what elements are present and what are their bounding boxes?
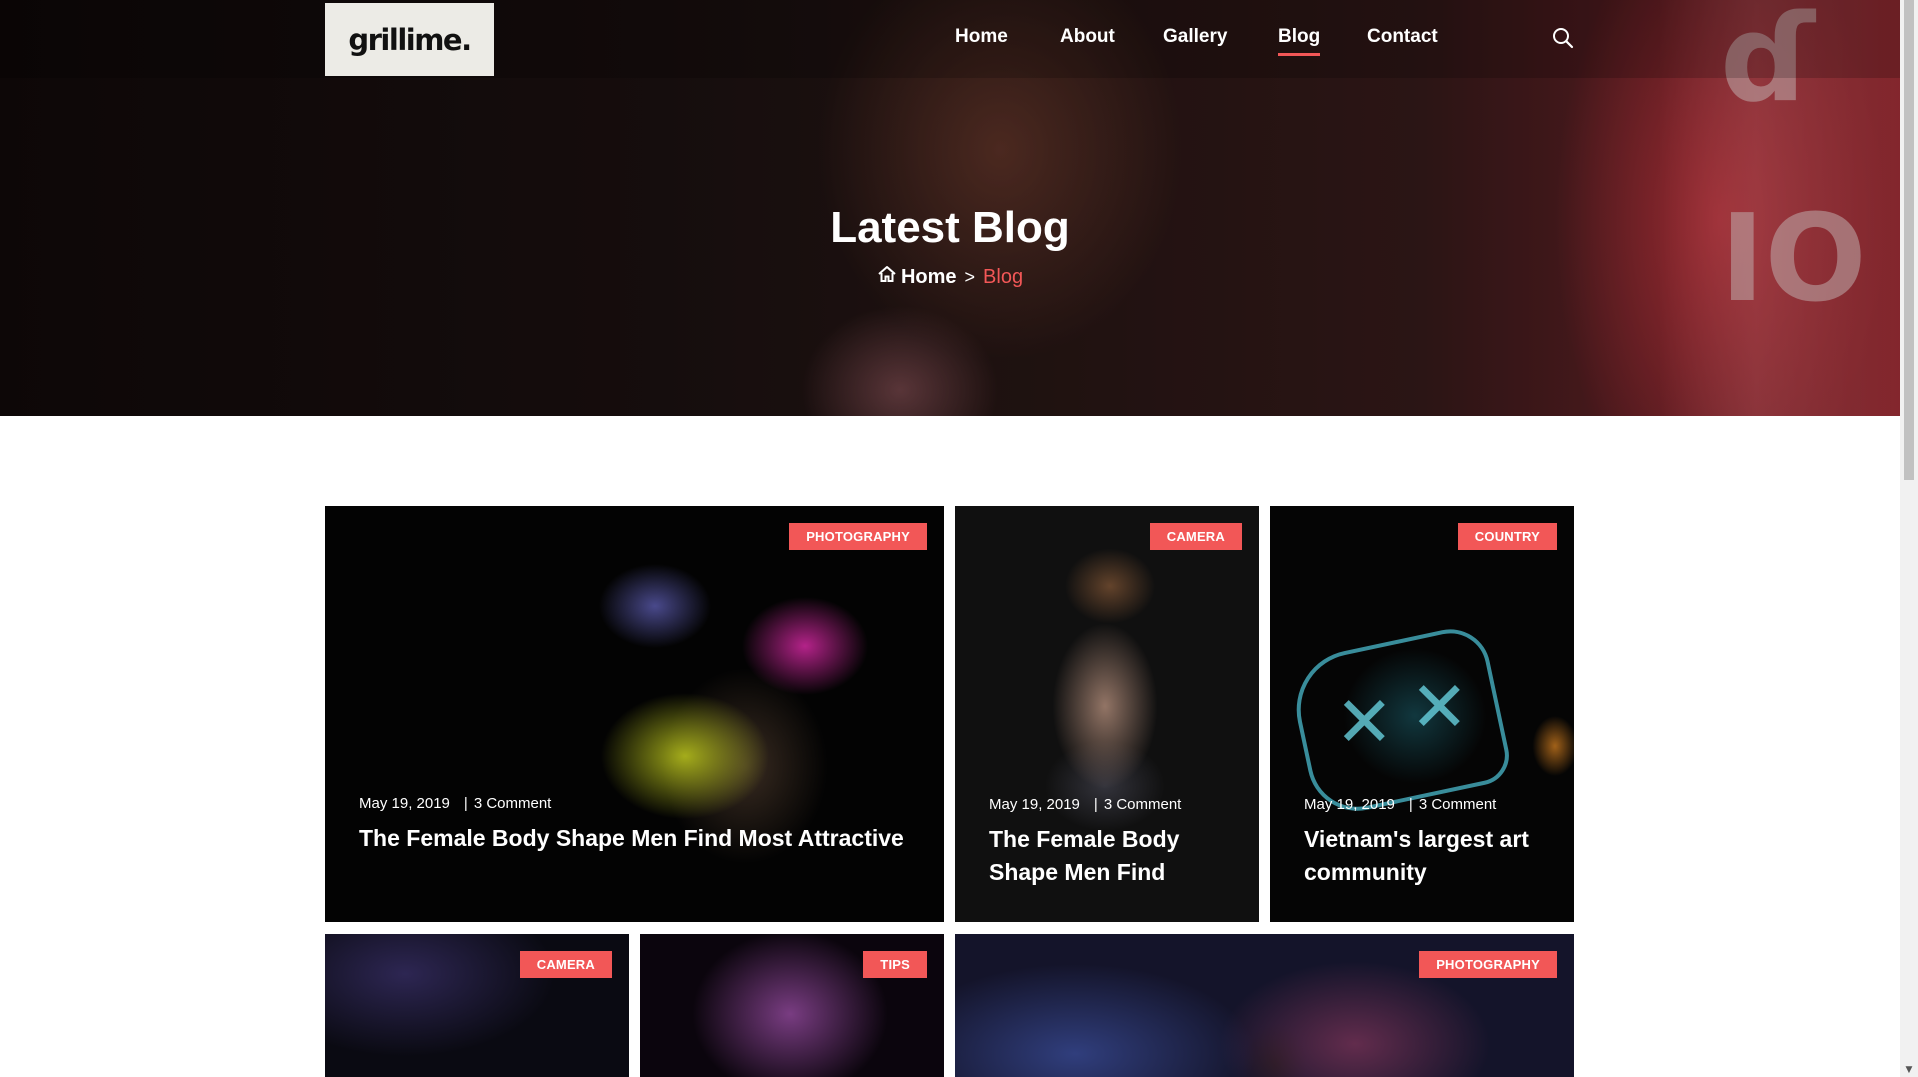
category-badge[interactable]: CAMERA xyxy=(519,951,612,978)
post-meta: May 19, 2019 | 3 Comment xyxy=(989,796,1181,813)
blog-card[interactable]: CAMERA May 19, 2019 | 3 Comment The Female… xyxy=(955,506,1259,922)
category-badge[interactable]: COUNTRY xyxy=(1457,523,1557,550)
nav-item-home[interactable]: Home xyxy=(955,26,1008,48)
hero-banner: ɗ IO grillime. Home About Gallery Blog C… xyxy=(0,0,1900,416)
blog-card[interactable]: TIPS xyxy=(640,934,944,1077)
post-comments[interactable]: 3 Comment xyxy=(1104,796,1182,813)
search-icon[interactable] xyxy=(1551,26,1575,50)
blog-card[interactable]: PHOTOGRAPHY xyxy=(955,934,1574,1077)
post-meta: May 19, 2019 | 3 Comment xyxy=(1304,796,1496,813)
neon-x-shape: ✕ xyxy=(1410,666,1469,748)
blog-card[interactable]: PHOTOGRAPHY May 19, 2019 | 3 Comment The F… xyxy=(325,506,944,922)
scrollbar-thumb[interactable] xyxy=(1904,0,1914,480)
breadcrumb-current: Blog xyxy=(983,265,1024,288)
post-comments[interactable]: 3 Comment xyxy=(474,795,552,812)
post-comments[interactable]: 3 Comment xyxy=(1419,796,1497,813)
chevron-right-icon: > xyxy=(964,266,976,287)
breadcrumb-home[interactable]: Home xyxy=(877,265,957,289)
blog-card[interactable]: ✕ ✕ COUNTRY May 19, 2019 | 3 Comment Vietn… xyxy=(1270,506,1574,922)
post-title[interactable]: The Female Body Shape Men Find xyxy=(989,823,1239,889)
site-header: grillime. Home About Gallery Blog Contac… xyxy=(0,0,1900,78)
category-badge[interactable]: PHOTOGRAPHY xyxy=(1419,951,1557,978)
post-title[interactable]: Vietnam's largest art community xyxy=(1304,823,1554,889)
scroll-down-icon[interactable]: ▼ xyxy=(1904,1065,1914,1075)
nav-item-blog[interactable]: Blog xyxy=(1278,26,1321,56)
post-image xyxy=(325,506,944,922)
breadcrumb-home-label: Home xyxy=(900,265,957,288)
category-badge[interactable]: TIPS xyxy=(863,951,927,978)
post-date: May 19, 2019 xyxy=(359,795,450,812)
category-badge[interactable]: CAMERA xyxy=(1149,523,1242,550)
nav-item-gallery[interactable]: Gallery xyxy=(1163,26,1227,48)
page-scrollbar[interactable]: ▼ xyxy=(1900,0,1918,1077)
category-badge[interactable]: PHOTOGRAPHY xyxy=(789,523,927,550)
meta-divider: | xyxy=(463,795,468,812)
post-meta: May 19, 2019 | 3 Comment xyxy=(359,795,551,812)
site-logo[interactable]: grillime. xyxy=(325,3,494,76)
post-date: May 19, 2019 xyxy=(989,796,1080,813)
neon-x-shape: ✕ xyxy=(1335,681,1394,763)
page-title: Latest Blog xyxy=(830,203,1070,252)
nav-item-contact[interactable]: Contact xyxy=(1367,26,1438,48)
neon-mask-shape xyxy=(1285,621,1515,821)
blog-card[interactable]: CAMERA xyxy=(325,934,629,1077)
nav-item-about[interactable]: About xyxy=(1060,26,1115,48)
post-title[interactable]: The Female Body Shape Men Find Most Attr… xyxy=(359,822,924,855)
meta-divider: | xyxy=(1408,796,1413,813)
meta-divider: | xyxy=(1093,796,1098,813)
breadcrumb: Home > Blog xyxy=(0,265,1900,289)
home-icon xyxy=(877,265,897,289)
logo-text: grillime. xyxy=(348,22,472,57)
post-date: May 19, 2019 xyxy=(1304,796,1395,813)
